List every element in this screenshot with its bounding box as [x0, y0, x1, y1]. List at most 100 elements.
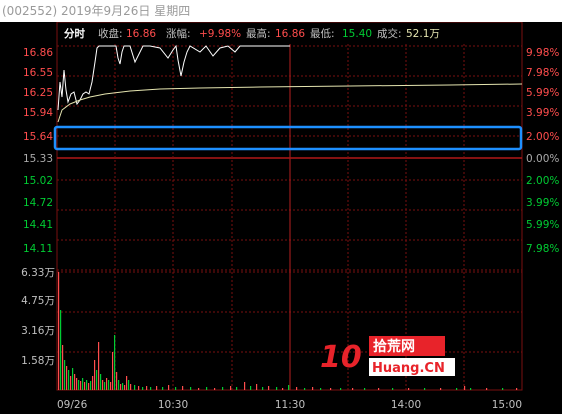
- volume-bar: [74, 374, 76, 390]
- volume-bar: [516, 388, 518, 390]
- time-tick-label: 10:30: [158, 399, 188, 411]
- volume-bar: [62, 345, 64, 390]
- volume-bar: [118, 380, 120, 390]
- volume-bar: [502, 388, 504, 390]
- volume-bar: [72, 368, 74, 390]
- price-tick-label: 14.72: [23, 197, 53, 209]
- close-value: 16.86: [126, 28, 156, 40]
- volume-tick-label: 4.75万: [21, 295, 55, 307]
- intraday-chart-panel[interactable]: 分时 收盘: 16.86 涨幅: +9.98% 最高: 16.86 最低: 15…: [0, 21, 562, 414]
- percent-tick-label: 9.98%: [526, 47, 559, 59]
- volume-bar: [58, 272, 60, 390]
- percent-tick-label: 2.00%: [526, 131, 559, 143]
- volume-bar: [104, 382, 106, 390]
- volume-value: 52.1万: [406, 28, 440, 40]
- volume-bar: [64, 360, 66, 390]
- volume-bar: [288, 385, 290, 390]
- volume-bar: [126, 376, 128, 390]
- volume-bar: [244, 382, 246, 390]
- volume-axis: 6.33万 4.75万 3.16万 1.58万: [21, 267, 55, 367]
- volume-bar: [276, 387, 278, 390]
- volume-bar: [100, 374, 102, 390]
- time-tick-label: 14:00: [391, 399, 421, 411]
- volume-bar: [206, 387, 208, 390]
- close-label: 收盘:: [98, 27, 123, 40]
- price-tick-label: 15.02: [23, 175, 53, 187]
- volume-tick-label: 3.16万: [21, 325, 55, 337]
- time-tick-label: 15:00: [492, 399, 522, 411]
- percent-tick-label: 3.99%: [526, 107, 559, 119]
- change-value: +9.98%: [199, 28, 241, 40]
- percent-tick-label: 3.99%: [526, 197, 559, 209]
- volume-bar: [122, 383, 124, 390]
- intraday-chart[interactable]: 分时 收盘: 16.86 涨幅: +9.98% 最高: 16.86 最低: 15…: [0, 21, 562, 414]
- time-axis: 09/26 10:30 11:30 14:00 15:00: [57, 399, 522, 411]
- volume-bar: [304, 388, 306, 390]
- volume-bar: [236, 387, 238, 390]
- volume-bar: [96, 370, 98, 390]
- volume-bar: [94, 360, 96, 390]
- volume-bar: [84, 382, 86, 390]
- volume-bar: [138, 386, 140, 390]
- volume-bar: [182, 386, 184, 390]
- time-tick-label: 09/26: [57, 399, 88, 411]
- volume-bar: [80, 381, 82, 390]
- volume-bar: [142, 387, 144, 390]
- price-tick-label: 16.25: [23, 87, 53, 99]
- volume-bar: [320, 388, 322, 390]
- volume-bar: [134, 385, 136, 390]
- price-axis-left: 16.86 16.55 16.25 15.94 15.64 15.33 15.02 14.72…: [23, 47, 53, 255]
- volume-bar: [110, 382, 112, 390]
- low-label: 最低:: [310, 27, 335, 40]
- price-line: [57, 44, 290, 111]
- volume-bar: [124, 385, 126, 390]
- volume-bar: [282, 388, 284, 390]
- percent-tick-label: 5.99%: [526, 87, 559, 99]
- volume-bar: [78, 380, 80, 390]
- volume-bar: [86, 380, 88, 390]
- volume-bar: [66, 366, 68, 390]
- volume-bar: [230, 386, 232, 390]
- volume-bar: [222, 387, 224, 390]
- volume-bar: [262, 387, 264, 390]
- low-value: 15.40: [342, 28, 372, 40]
- volume-bar: [464, 386, 466, 390]
- volume-bar: [440, 388, 442, 390]
- watermark-number: 10: [320, 340, 362, 375]
- percent-tick-label: 5.99%: [526, 219, 559, 231]
- volume-bar: [214, 388, 216, 390]
- volume-bar: [470, 388, 472, 390]
- volume-bar: [114, 335, 116, 390]
- volume-bar: [146, 386, 148, 390]
- volume-bar: [130, 384, 132, 390]
- volume-bar: [378, 388, 380, 390]
- volume-bar: [128, 380, 130, 390]
- volume-bar: [424, 388, 426, 390]
- volume-tick-label: 6.33万: [21, 267, 55, 279]
- volume-bar: [330, 388, 332, 390]
- volume-bar: [162, 387, 164, 390]
- percent-tick-label: 7.98%: [526, 243, 559, 255]
- volume-bar: [108, 380, 110, 390]
- volume-bar: [175, 387, 177, 390]
- mode-label[interactable]: 分时: [64, 27, 85, 40]
- volume-bar: [198, 388, 200, 390]
- percent-tick-label: 7.98%: [526, 67, 559, 79]
- volume-bar: [250, 386, 252, 390]
- volume-bar: [256, 384, 258, 390]
- volume-bar: [82, 378, 84, 390]
- highlight-box: [53, 125, 523, 151]
- volume-bar: [312, 387, 314, 390]
- volume-bar: [106, 378, 108, 390]
- watermark-logo: 10 拾荒网 Huang.CN: [320, 336, 455, 376]
- price-tick-label: 15.64: [23, 131, 53, 143]
- volume-bar: [76, 378, 78, 390]
- price-tick-label: 16.55: [23, 67, 53, 79]
- watermark-en: Huang.CN: [372, 361, 445, 376]
- change-label: 涨幅:: [166, 27, 191, 40]
- volume-bar: [168, 385, 170, 390]
- volume-bar: [60, 310, 62, 390]
- time-tick-label: 11:30: [275, 399, 305, 411]
- price-tick-label: 14.41: [23, 219, 53, 231]
- volume-bar: [70, 376, 72, 390]
